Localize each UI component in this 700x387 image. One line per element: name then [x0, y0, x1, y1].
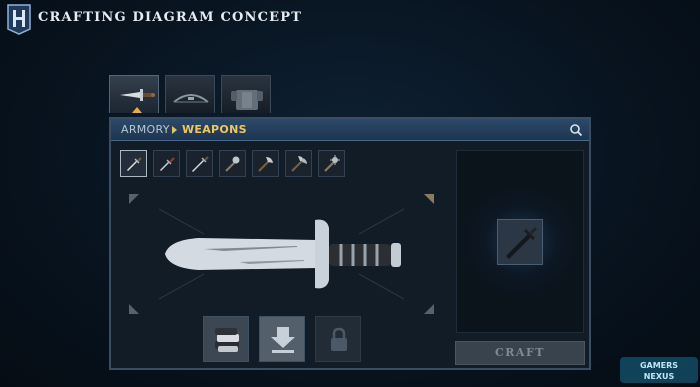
page-title: CRAFTING DIAGRAM CONCEPT [38, 10, 303, 25]
tab-armor[interactable] [221, 75, 271, 113]
dagger-silhouette-icon [158, 208, 405, 300]
spiked-mace-icon [324, 155, 340, 172]
craft-button[interactable]: CRAFT [455, 341, 585, 365]
lock-icon [331, 327, 347, 351]
armor-icon [231, 90, 263, 110]
crafting-panel: ARMORY WEAPONS CRAFT [109, 117, 591, 370]
svg-text:NEXUS: NEXUS [644, 372, 675, 381]
sword-icon [192, 156, 209, 172]
weapon-slot-mace[interactable] [219, 150, 246, 177]
sword-result-icon [506, 226, 538, 259]
weapon-slot-spiked-mace[interactable] [318, 150, 345, 177]
weapon-slot-battle-axe[interactable] [252, 150, 279, 177]
mace-icon [225, 156, 240, 172]
weapon-slot-dagger[interactable] [120, 150, 147, 177]
dagger-icon [127, 157, 142, 171]
material-slot-button[interactable] [203, 316, 249, 362]
double-axe-icon [291, 156, 307, 172]
weapon-slot-short-sword[interactable] [153, 150, 180, 177]
download-arrow-icon [271, 327, 295, 353]
app-header: CRAFTING DIAGRAM CONCEPT [0, 0, 700, 40]
panel-header: ARMORY WEAPONS [111, 119, 589, 141]
battle-axe-icon [258, 157, 273, 172]
search-icon[interactable] [569, 123, 583, 137]
active-tab-marker [132, 107, 142, 113]
result-item-slot[interactable] [497, 219, 543, 265]
hytale-logo-icon [7, 4, 31, 35]
item-preview [129, 194, 434, 314]
bow-icon [173, 94, 209, 103]
breadcrumb-arrow-icon [172, 126, 177, 134]
watermark-logo: GAMERS NEXUS [620, 357, 698, 383]
tab-bows[interactable] [165, 75, 215, 113]
locked-slot-button [315, 316, 361, 362]
short-sword-icon [160, 157, 175, 171]
weapon-slot-double-axe[interactable] [285, 150, 312, 177]
weapon-slot-sword[interactable] [186, 150, 213, 177]
svg-text:GAMERS: GAMERS [640, 361, 678, 370]
breadcrumb-armory[interactable]: ARMORY [121, 123, 170, 136]
input-slot-button[interactable] [259, 316, 305, 362]
result-panel [456, 150, 585, 333]
stacked-materials-icon [215, 328, 239, 352]
breadcrumb-weapons: WEAPONS [182, 123, 247, 136]
tab-weapons[interactable] [109, 75, 159, 113]
